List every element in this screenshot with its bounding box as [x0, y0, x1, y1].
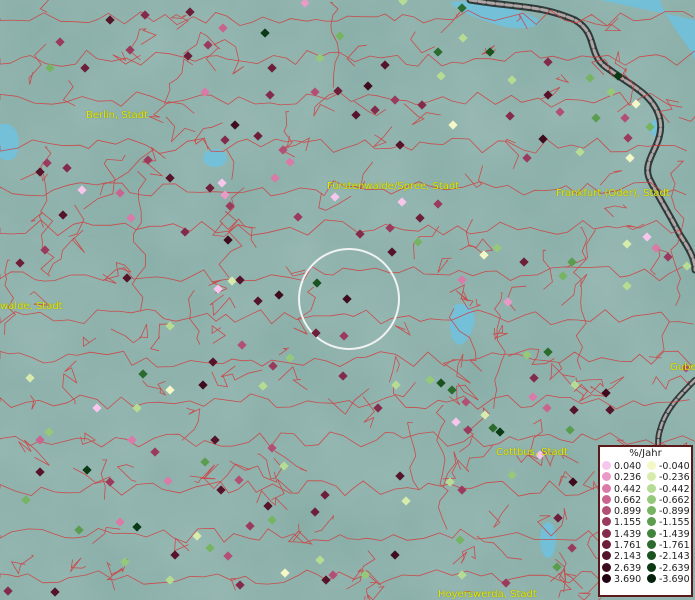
- legend-row: 1.439 -1.439: [602, 528, 692, 540]
- legend-swatch: [647, 528, 656, 538]
- legend-entry: 2.639: [602, 562, 642, 574]
- legend-entry: -0.442: [647, 483, 690, 495]
- legend-entry: -3.690: [647, 573, 690, 585]
- legend-swatch: [647, 506, 656, 516]
- legend-value: 1.761: [614, 540, 642, 552]
- legend-value: -0.662: [659, 494, 690, 506]
- legend-entry: -1.761: [647, 540, 690, 551]
- legend-entry: 0.040: [602, 461, 641, 472]
- legend-swatch: [647, 483, 656, 493]
- city-label-fuerstenwalde: Fürstenwalde/Spree, Stadt: [327, 181, 460, 192]
- legend-value: -3.690: [659, 573, 690, 585]
- legend-value: -2.143: [659, 551, 690, 563]
- legend-entry: 1.155: [602, 517, 641, 528]
- legend-grid: 0.040 -0.040 0.236 -0.236 0.442 -0.442 0.662 -0…: [602, 461, 692, 585]
- city-label-hoyerswerda: Hoyerswerda, Stadt: [438, 589, 537, 600]
- legend-swatch: [647, 551, 656, 561]
- legend-value: -1.439: [659, 528, 690, 540]
- legend-swatch: [647, 472, 656, 482]
- legend-entry: 3.690: [602, 573, 642, 585]
- legend-value: -0.236: [659, 472, 690, 484]
- city-label-cottbus: Cottbus, Stadt: [496, 447, 568, 458]
- legend-swatch: [602, 562, 611, 572]
- legend-entry: 1.761: [602, 540, 641, 551]
- legend-value: 2.639: [614, 562, 642, 574]
- legend-swatch: [602, 472, 611, 482]
- legend-row: 0.236 -0.236: [602, 472, 692, 483]
- legend-value: 0.442: [614, 483, 642, 495]
- legend-swatch: [602, 506, 611, 516]
- city-label-walde: walde, Stadt: [0, 301, 63, 312]
- legend-entry: -0.662: [647, 494, 690, 506]
- legend-swatch: [647, 517, 656, 527]
- legend-entry: 2.143: [602, 551, 641, 562]
- legend-row: 1.761 -1.761: [602, 540, 692, 551]
- legend-entry: -1.155: [647, 517, 690, 528]
- legend-row: 0.899 -0.899: [602, 506, 692, 517]
- legend-row: 3.690 -3.690: [602, 573, 692, 585]
- legend-value: 1.155: [614, 517, 642, 529]
- legend-row: 0.040 -0.040: [602, 461, 692, 472]
- legend-title: %/Jahr: [629, 448, 662, 459]
- legend-swatch: [647, 540, 656, 550]
- legend-panel: %/Jahr 0.040 -0.040 0.236 -0.236 0.442 -0.442…: [598, 445, 693, 597]
- legend-value: -1.761: [659, 540, 690, 552]
- legend-value: 0.040: [614, 461, 642, 472]
- legend-row: 0.442 -0.442: [602, 483, 692, 495]
- legend-swatch: [602, 528, 611, 538]
- legend-value: -0.899: [659, 506, 690, 518]
- legend-value: -0.040: [659, 461, 690, 472]
- legend-entry: 0.899: [602, 506, 641, 517]
- city-label-berlin: Berlin, Stadt: [86, 110, 149, 121]
- legend-row: 1.155 -1.155: [602, 517, 692, 528]
- legend-swatch: [602, 573, 611, 583]
- legend-value: 0.236: [614, 472, 642, 484]
- legend-swatch: [602, 494, 611, 504]
- legend-entry: 1.439: [602, 528, 642, 540]
- city-label-frankfurt-oder: Frankfurt (Oder), Stadt: [556, 188, 670, 199]
- legend-entry: -0.040: [647, 461, 690, 472]
- legend-entry: -2.639: [647, 562, 690, 574]
- legend-value: 0.662: [614, 494, 642, 506]
- map-canvas[interactable]: [0, 0, 695, 600]
- legend-value: 3.690: [614, 573, 642, 585]
- city-label-guben: Guben: [670, 362, 695, 373]
- legend-value: 1.439: [614, 528, 642, 540]
- legend-value: 2.143: [614, 551, 642, 563]
- legend-swatch: [647, 562, 656, 572]
- legend-entry: 0.662: [602, 494, 642, 506]
- legend-row: 0.662 -0.662: [602, 494, 692, 506]
- legend-value: 0.899: [614, 506, 642, 518]
- legend-entry: -2.143: [647, 551, 690, 562]
- legend-entry: 0.442: [602, 483, 642, 495]
- legend-swatch: [647, 461, 656, 470]
- legend-row: 2.143 -2.143: [602, 551, 692, 562]
- legend-swatch: [602, 461, 611, 470]
- legend-value: -1.155: [659, 517, 690, 529]
- legend-entry: -0.899: [647, 506, 690, 517]
- legend-value: -0.442: [659, 483, 690, 495]
- legend-entry: 0.236: [602, 472, 641, 483]
- legend-entry: -0.236: [647, 472, 690, 483]
- legend-row: 2.639 -2.639: [602, 562, 692, 574]
- legend-swatch: [647, 573, 656, 583]
- legend-swatch: [602, 517, 611, 527]
- legend-swatch: [647, 494, 656, 504]
- legend-swatch: [602, 483, 611, 493]
- legend-value: -2.639: [659, 562, 690, 574]
- legend-swatch: [602, 540, 611, 550]
- legend-entry: -1.439: [647, 528, 690, 540]
- legend-swatch: [602, 551, 611, 561]
